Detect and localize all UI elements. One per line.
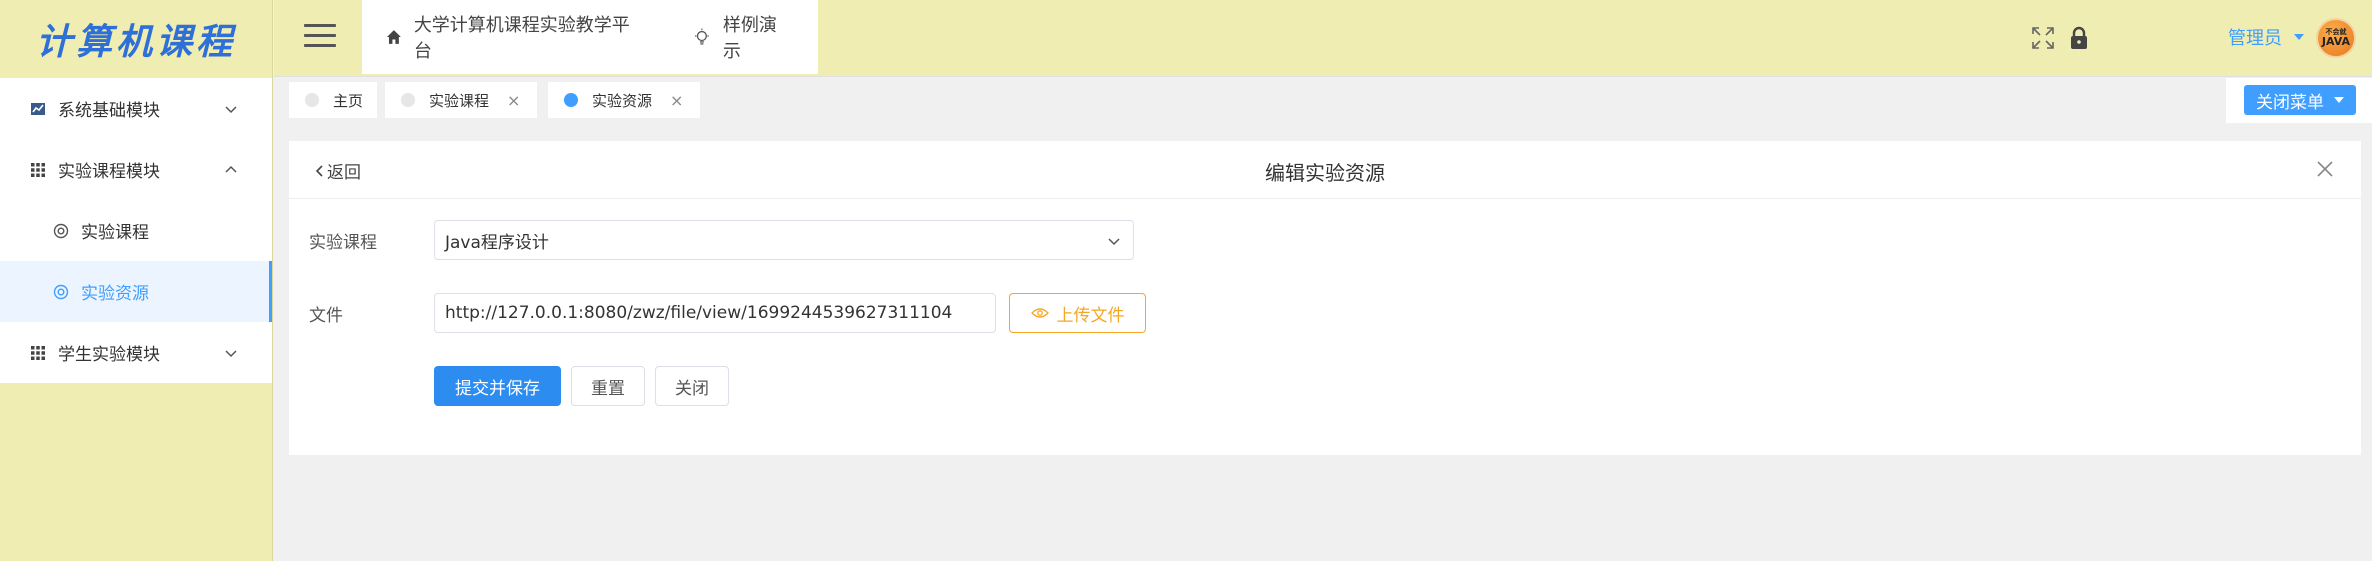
tab-experiment-course[interactable]: 实验课程 × bbox=[385, 82, 537, 118]
tab-label: 主页 bbox=[333, 91, 364, 110]
chevron-down-icon bbox=[225, 349, 237, 357]
chevron-down-icon bbox=[1108, 238, 1120, 246]
close-menu-label: 关闭菜单 bbox=[2256, 92, 2324, 113]
sidebar-item-label: 实验资源 bbox=[81, 284, 149, 304]
sidebar: 计算机课程 系统基础模块 实验课程模块 实验课程 实验资源 学生实验模块 bbox=[0, 0, 273, 561]
file-label: 文件 bbox=[309, 306, 343, 326]
reset-button[interactable]: 重置 bbox=[571, 366, 645, 406]
close-menu-wrap: 关闭菜单 bbox=[2226, 78, 2372, 123]
close-icon[interactable]: × bbox=[507, 91, 520, 110]
file-url-value: http://127.0.0.1:8080/zwz/file/view/1699… bbox=[445, 303, 953, 323]
chart-icon bbox=[30, 101, 46, 117]
nav-demo[interactable]: 样例演示 bbox=[669, 0, 818, 74]
user-menu[interactable]: 管理员 bbox=[2228, 24, 2304, 50]
tab-label: 实验课程 bbox=[429, 91, 490, 110]
chevron-down-icon bbox=[225, 105, 237, 113]
app-logo: 计算机课程 bbox=[35, 21, 236, 63]
grid-icon bbox=[30, 162, 46, 178]
panel-header: 返回 编辑实验资源 bbox=[289, 141, 2361, 199]
eye-icon bbox=[1030, 308, 1049, 318]
sidebar-item-experiment-course[interactable]: 实验课程 bbox=[0, 200, 272, 261]
nav-link-label: 样例演示 bbox=[722, 15, 777, 62]
close-icon[interactable]: × bbox=[670, 91, 683, 110]
top-nav: 大学计算机课程实验教学平台 样例演示 bbox=[362, 0, 818, 74]
sidebar-item-label: 实验课程模块 bbox=[58, 162, 160, 182]
sidebar-item-system-base[interactable]: 系统基础模块 bbox=[0, 78, 272, 139]
grid-icon bbox=[30, 345, 46, 361]
sidebar-item-label: 实验课程 bbox=[81, 223, 149, 243]
tab-label: 实验资源 bbox=[592, 91, 653, 110]
tab-status-dot bbox=[305, 93, 319, 107]
lock-icon[interactable] bbox=[2066, 25, 2092, 51]
caret-down-icon bbox=[2334, 97, 2344, 103]
close-icon[interactable] bbox=[2315, 159, 2335, 179]
circle-icon bbox=[53, 223, 69, 239]
nav-link-label: 大学计算机课程实验教学平台 bbox=[413, 15, 630, 62]
top-header: 大学计算机课程实验教学平台 样例演示 管理员 不会就 JAVA bbox=[274, 0, 2372, 76]
tab-status-dot bbox=[401, 93, 415, 107]
user-name: 管理员 bbox=[2228, 28, 2282, 49]
sidebar-menu: 系统基础模块 实验课程模块 实验课程 实验资源 学生实验模块 bbox=[0, 78, 272, 383]
close-menu-button[interactable]: 关闭菜单 bbox=[2244, 85, 2356, 115]
upload-file-button[interactable]: 上传文件 bbox=[1009, 293, 1146, 333]
course-select-value: Java程序设计 bbox=[445, 232, 549, 253]
sidebar-item-label: 系统基础模块 bbox=[58, 101, 160, 121]
sidebar-item-label: 学生实验模块 bbox=[58, 345, 160, 365]
course-select[interactable]: Java程序设计 bbox=[434, 220, 1134, 260]
tabs-bar: 主页 实验课程 × 实验资源 × bbox=[274, 76, 2372, 126]
tab-experiment-resource[interactable]: 实验资源 × bbox=[548, 82, 700, 118]
upload-label: 上传文件 bbox=[1056, 305, 1125, 326]
sidebar-item-student-experiment-module[interactable]: 学生实验模块 bbox=[0, 322, 272, 383]
sidebar-item-experiment-resource[interactable]: 实验资源 bbox=[0, 261, 272, 322]
file-url-input[interactable]: http://127.0.0.1:8080/zwz/file/view/1699… bbox=[434, 293, 996, 333]
edit-resource-panel: 返回 编辑实验资源 实验课程 Java程序设计 文件 http://127.0.… bbox=[289, 141, 2361, 455]
chevron-up-icon bbox=[225, 165, 237, 173]
submit-save-button[interactable]: 提交并保存 bbox=[434, 366, 561, 406]
nav-platform-home[interactable]: 大学计算机课程实验教学平台 bbox=[362, 0, 669, 74]
tab-status-dot bbox=[564, 93, 578, 107]
fullscreen-icon[interactable] bbox=[2030, 25, 2056, 51]
circle-icon bbox=[53, 284, 69, 300]
sidebar-item-experiment-course-module[interactable]: 实验课程模块 bbox=[0, 139, 272, 200]
avatar-brand-text: JAVA bbox=[2321, 35, 2351, 48]
home-icon bbox=[386, 30, 401, 44]
course-label: 实验课程 bbox=[309, 233, 377, 253]
caret-down-icon bbox=[2294, 34, 2304, 40]
avatar[interactable]: 不会就 JAVA bbox=[2316, 18, 2356, 58]
tab-home[interactable]: 主页 bbox=[289, 82, 377, 118]
menu-toggle-icon[interactable] bbox=[304, 24, 336, 50]
page-title: 编辑实验资源 bbox=[1265, 161, 1385, 185]
close-button[interactable]: 关闭 bbox=[655, 366, 729, 406]
bulb-icon bbox=[695, 28, 709, 45]
